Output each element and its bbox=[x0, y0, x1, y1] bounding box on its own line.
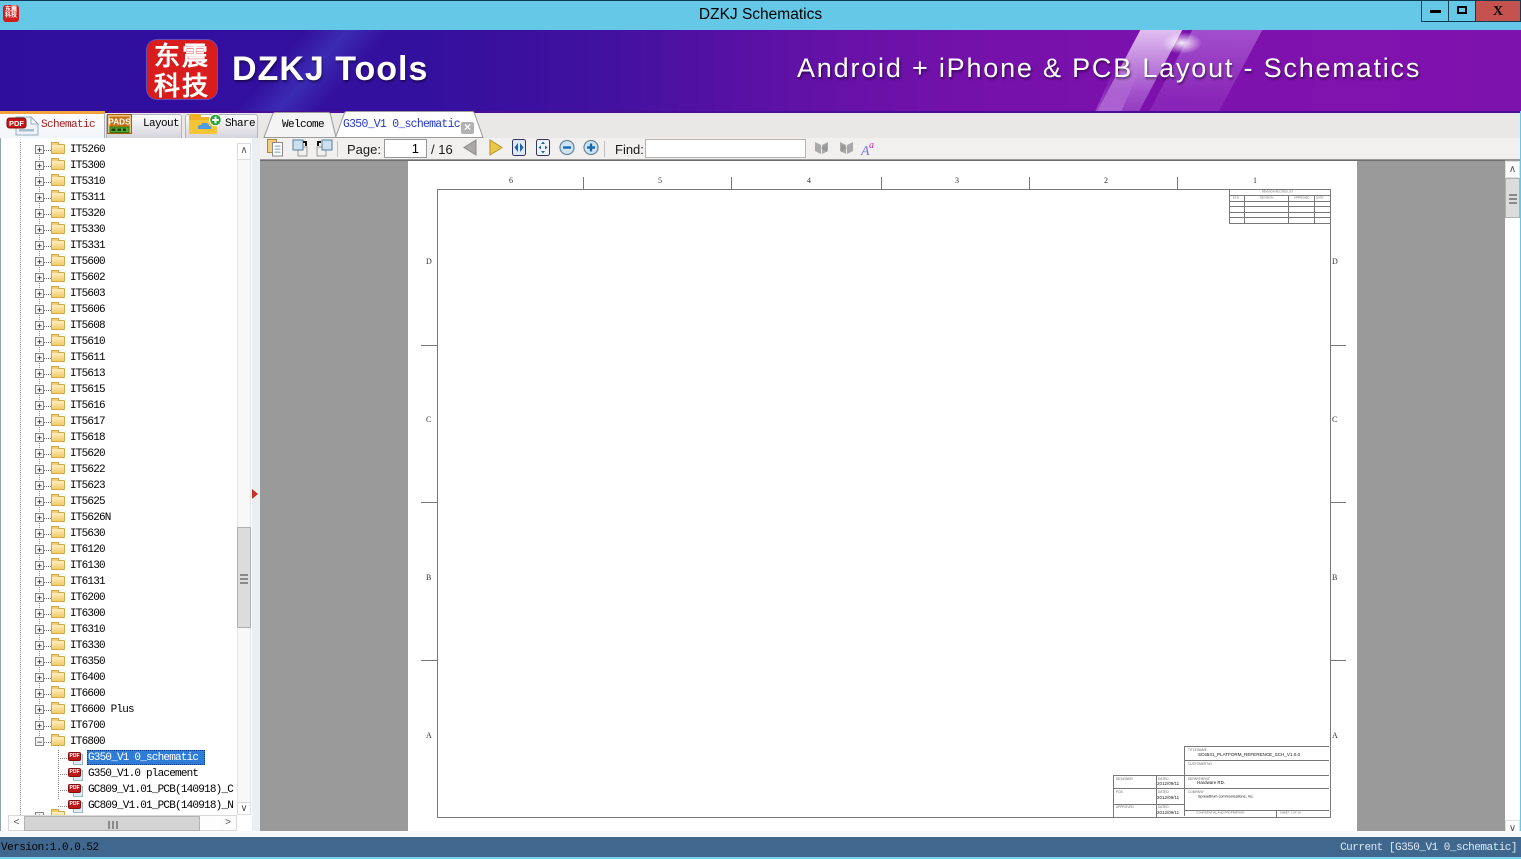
svg-text:a: a bbox=[869, 140, 874, 151]
svg-text:PADS: PADS bbox=[108, 118, 131, 127]
svg-text:PDF: PDF bbox=[9, 119, 24, 128]
